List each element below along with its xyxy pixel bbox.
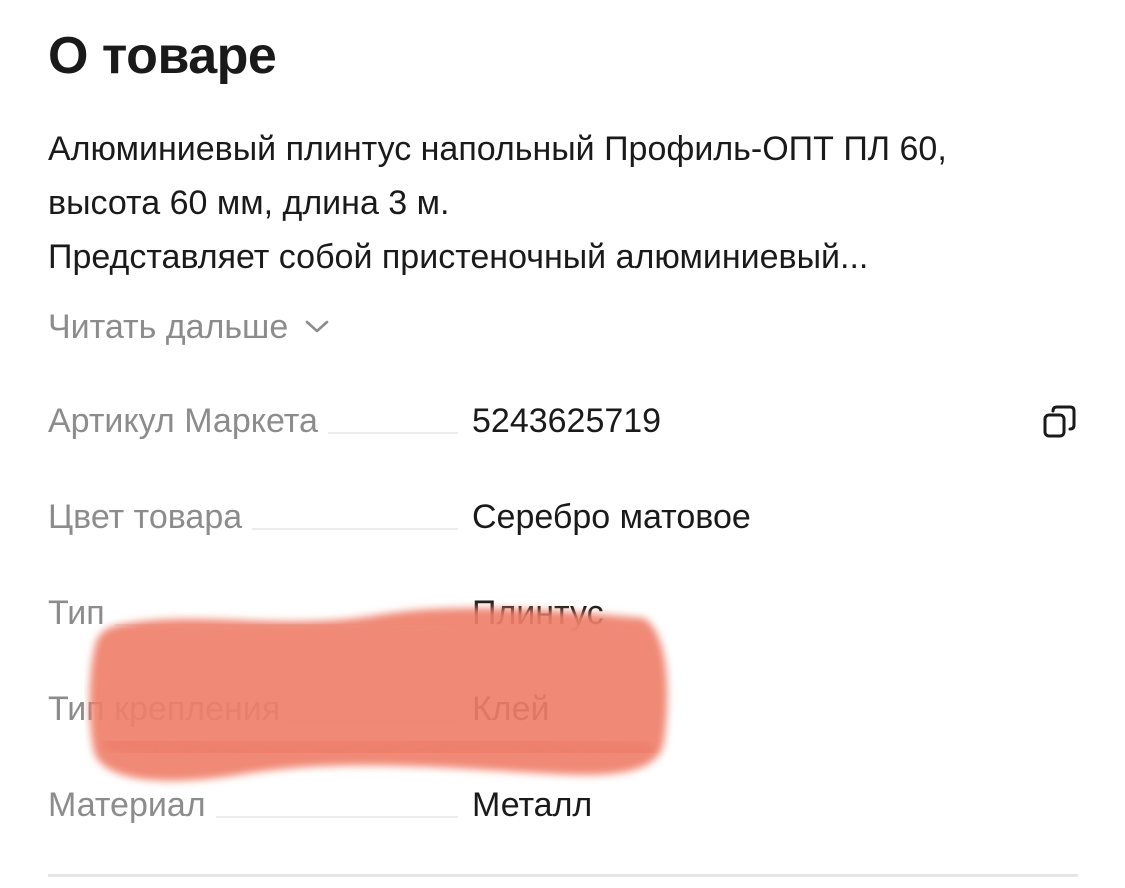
spec-row-color: Цвет товара Серебро матовое (48, 492, 1078, 542)
description-line: Алюминиевый плинтус напольный Профиль-ОП… (48, 130, 947, 168)
spec-value-color: Серебро матовое (472, 498, 751, 536)
spec-label: Тип крепления (48, 684, 291, 734)
section-title: О товаре (48, 27, 277, 85)
copy-icon[interactable] (1042, 404, 1078, 440)
description-line: высота 60 мм, длина 3 м. (48, 184, 450, 222)
spec-row-type: Тип Плинтус (48, 588, 1078, 638)
spec-value-article: 5243625719 (472, 402, 662, 440)
spec-value-material: Металл (472, 786, 593, 824)
spec-label: Материал (48, 780, 216, 830)
spec-label: Цвет товара (48, 492, 253, 542)
spec-label: Тип (48, 588, 115, 638)
spec-row-material: Материал Металл (48, 780, 1078, 830)
spec-row-article: Артикул Маркета 5243625719 (48, 396, 1078, 446)
read-more-label: Читать дальше (48, 307, 289, 346)
chevron-down-icon (305, 320, 329, 333)
spec-row-mount-type: Тип крепления Клей (48, 684, 1078, 734)
description-line: Представляет собой пристеночный алюминие… (48, 238, 869, 276)
section-divider (48, 874, 1078, 877)
read-more-button[interactable]: Читать дальше (48, 304, 330, 350)
spec-label: Артикул Маркета (48, 396, 328, 446)
spec-value-mount-type: Клей (472, 690, 550, 728)
product-about-section: О товаре Алюминиевый плинтус напольный П… (48, 0, 1078, 888)
spec-value-type: Плинтус (472, 594, 604, 632)
product-description: Алюминиевый плинтус напольный Профиль-ОП… (48, 122, 1078, 284)
